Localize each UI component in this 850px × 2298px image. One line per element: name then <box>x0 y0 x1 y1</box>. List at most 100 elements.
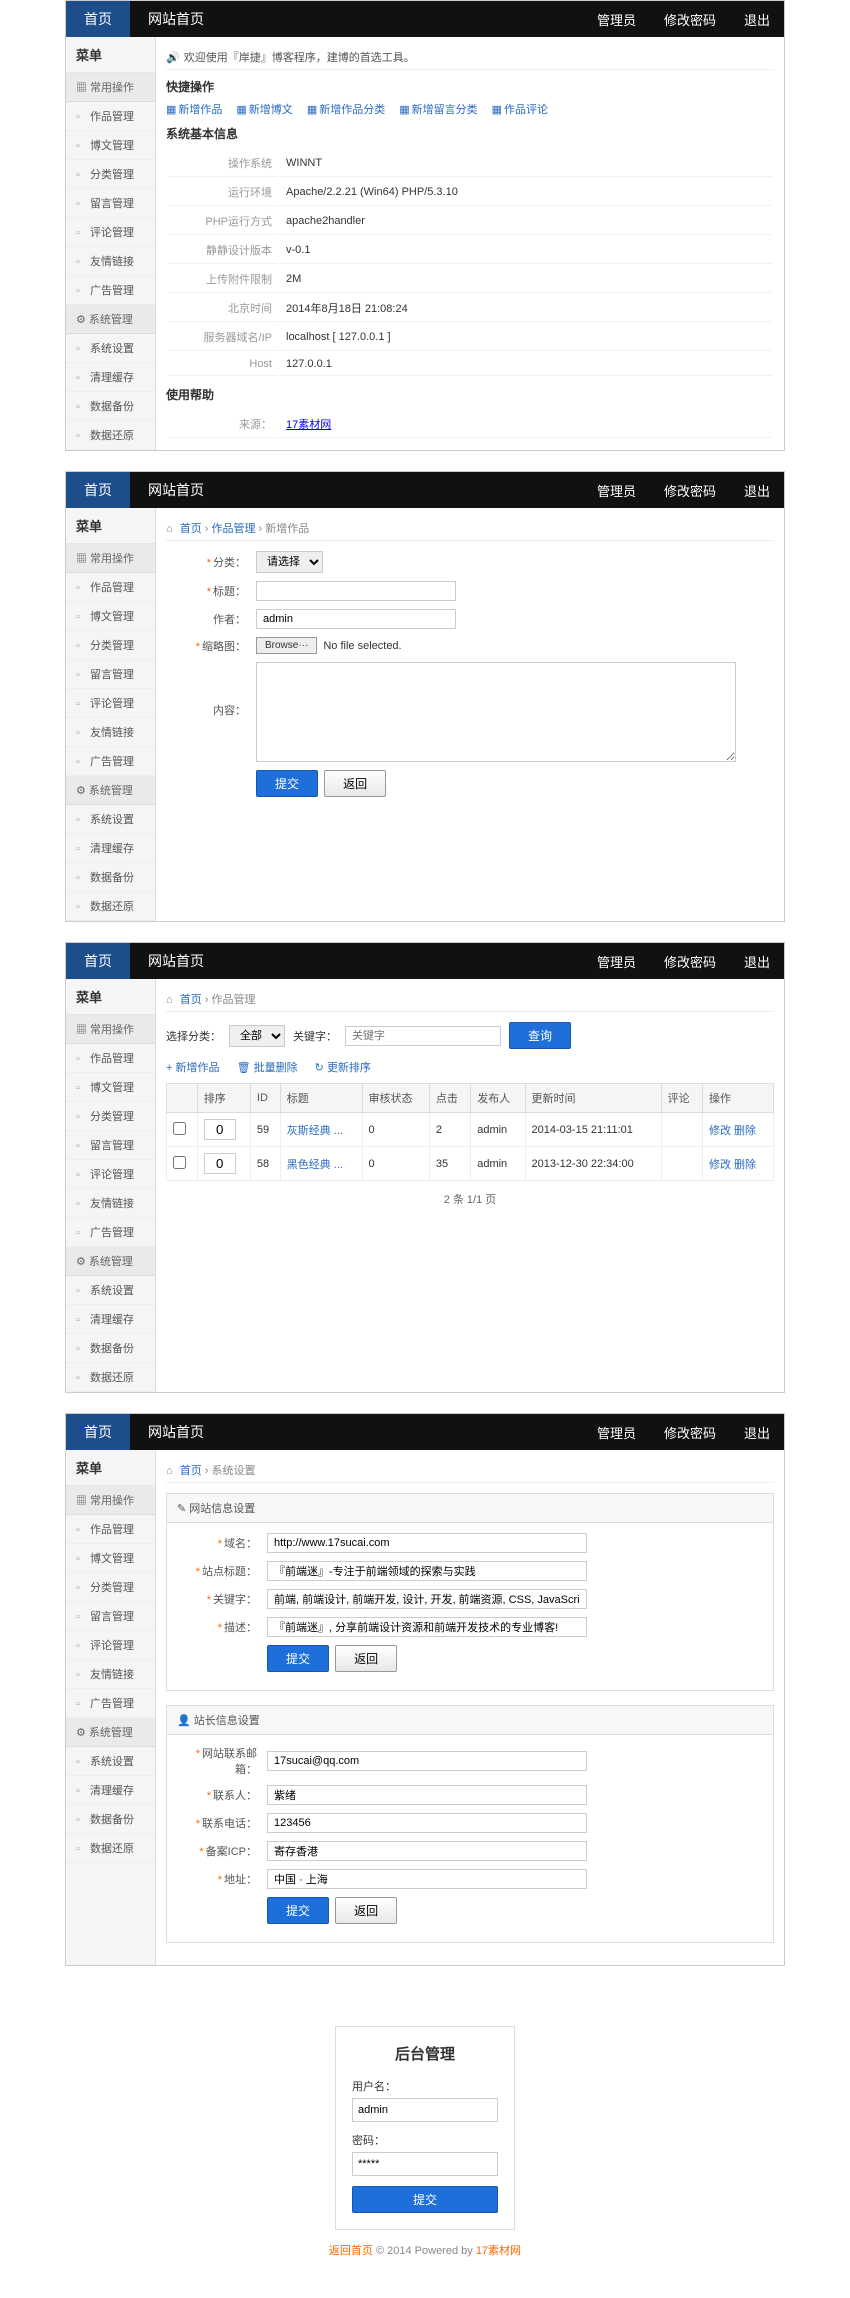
setting-input[interactable] <box>267 1813 587 1833</box>
setting-input[interactable] <box>267 1785 587 1805</box>
sidebar-item[interactable]: ▫博文管理 <box>66 602 155 631</box>
back-button[interactable]: 返回 <box>335 1897 397 1924</box>
setting-input[interactable] <box>267 1617 587 1637</box>
author-input[interactable] <box>256 609 456 629</box>
sidebar-item[interactable]: ▫作品管理 <box>66 102 155 131</box>
quick-link[interactable]: ▦作品评论 <box>492 104 548 116</box>
nav-site-home[interactable]: 网站首页 <box>130 9 222 29</box>
edit-link[interactable]: 修改 <box>709 1159 731 1171</box>
setting-input[interactable] <box>267 1841 587 1861</box>
sidebar-item[interactable]: ▫广告管理 <box>66 1689 155 1718</box>
tool-delete[interactable]: 🗑 批量删除 <box>237 1062 298 1074</box>
nav-admin[interactable]: 管理员 <box>583 952 650 971</box>
row-checkbox[interactable] <box>173 1122 186 1135</box>
sidebar-item[interactable]: ▫清理缓存 <box>66 1305 155 1334</box>
sidebar-item[interactable]: ▫留言管理 <box>66 660 155 689</box>
sort-input[interactable] <box>204 1153 236 1174</box>
row-checkbox[interactable] <box>173 1156 186 1169</box>
nav-change-password[interactable]: 修改密码 <box>650 1423 730 1442</box>
nav-admin[interactable]: 管理员 <box>583 1423 650 1442</box>
delete-link[interactable]: 删除 <box>734 1125 756 1137</box>
filter-kw-input[interactable] <box>345 1026 501 1046</box>
sidebar-item[interactable]: ▫作品管理 <box>66 1515 155 1544</box>
edit-link[interactable]: 修改 <box>709 1125 731 1137</box>
sidebar-item[interactable]: ▫系统设置 <box>66 1276 155 1305</box>
nav-home[interactable]: 首页 <box>66 943 130 979</box>
sidebar-item[interactable]: ▫作品管理 <box>66 1044 155 1073</box>
cell-title-link[interactable]: 黑色经典 ... <box>287 1159 343 1171</box>
sidebar-item[interactable]: ▫广告管理 <box>66 747 155 776</box>
sidebar-item[interactable]: ▫评论管理 <box>66 218 155 247</box>
sidebar-item[interactable]: ▫广告管理 <box>66 276 155 305</box>
sidebar-item[interactable]: ▫系统设置 <box>66 805 155 834</box>
username-input[interactable] <box>352 2098 498 2122</box>
filter-cat-select[interactable]: 全部 <box>229 1025 285 1047</box>
cell-title-link[interactable]: 灰斯经典 ... <box>287 1125 343 1137</box>
sidebar-item[interactable]: ▫清理缓存 <box>66 363 155 392</box>
nav-logout[interactable]: 退出 <box>730 10 784 29</box>
sidebar-item[interactable]: ▫系统设置 <box>66 334 155 363</box>
sidebar-item[interactable]: ▫分类管理 <box>66 160 155 189</box>
nav-site-home[interactable]: 网站首页 <box>130 951 222 971</box>
login-submit-button[interactable]: 提交 <box>352 2186 498 2213</box>
title-input[interactable] <box>256 581 456 601</box>
delete-link[interactable]: 删除 <box>734 1159 756 1171</box>
sidebar-item[interactable]: ▫友情链接 <box>66 1189 155 1218</box>
sidebar-item[interactable]: ▫博文管理 <box>66 1073 155 1102</box>
sidebar-item[interactable]: ▫分类管理 <box>66 631 155 660</box>
sidebar-item[interactable]: ▫数据还原 <box>66 892 155 921</box>
sidebar-item[interactable]: ▫数据还原 <box>66 1363 155 1392</box>
nav-home[interactable]: 首页 <box>66 472 130 508</box>
sidebar-item[interactable]: ▫博文管理 <box>66 131 155 160</box>
submit-button[interactable]: 提交 <box>256 770 318 797</box>
setting-input[interactable] <box>267 1751 587 1771</box>
nav-change-password[interactable]: 修改密码 <box>650 10 730 29</box>
nav-admin[interactable]: 管理员 <box>583 10 650 29</box>
tool-sort[interactable]: ↻ 更新排序 <box>315 1062 371 1074</box>
sidebar-item[interactable]: ▫分类管理 <box>66 1102 155 1131</box>
browse-button[interactable]: Browse··· <box>256 637 317 654</box>
setting-input[interactable] <box>267 1533 587 1553</box>
sidebar-item[interactable]: ▫留言管理 <box>66 1602 155 1631</box>
sidebar-item[interactable]: ▫广告管理 <box>66 1218 155 1247</box>
nav-admin[interactable]: 管理员 <box>583 481 650 500</box>
nav-change-password[interactable]: 修改密码 <box>650 481 730 500</box>
sidebar-item[interactable]: ▫数据备份 <box>66 1334 155 1363</box>
submit-button[interactable]: 提交 <box>267 1645 329 1672</box>
sidebar-item[interactable]: ▫清理缓存 <box>66 834 155 863</box>
back-button[interactable]: 返回 <box>335 1645 397 1672</box>
sidebar-item[interactable]: ▫留言管理 <box>66 1131 155 1160</box>
sidebar-item[interactable]: ▫评论管理 <box>66 689 155 718</box>
nav-change-password[interactable]: 修改密码 <box>650 952 730 971</box>
setting-input[interactable] <box>267 1561 587 1581</box>
quick-link[interactable]: ▦新增作品 <box>166 104 222 116</box>
sidebar-item[interactable]: ▫友情链接 <box>66 718 155 747</box>
crumb-home[interactable]: 首页 <box>180 1465 202 1477</box>
nav-site-home[interactable]: 网站首页 <box>130 480 222 500</box>
sidebar-item[interactable]: ▫数据备份 <box>66 863 155 892</box>
sidebar-item[interactable]: ▫留言管理 <box>66 189 155 218</box>
sidebar-item[interactable]: ▫数据还原 <box>66 421 155 450</box>
sidebar-item[interactable]: ▫数据备份 <box>66 1805 155 1834</box>
password-input[interactable] <box>352 2152 498 2176</box>
sidebar-item[interactable]: ▫友情链接 <box>66 1660 155 1689</box>
setting-input[interactable] <box>267 1589 587 1609</box>
sidebar-item[interactable]: ▫友情链接 <box>66 247 155 276</box>
back-button[interactable]: 返回 <box>324 770 386 797</box>
crumb-home[interactable]: 首页 <box>180 994 202 1006</box>
quick-link[interactable]: ▦新增博文 <box>236 104 292 116</box>
sidebar-item[interactable]: ▫评论管理 <box>66 1631 155 1660</box>
setting-input[interactable] <box>267 1869 587 1889</box>
sidebar-item[interactable]: ▫博文管理 <box>66 1544 155 1573</box>
sidebar-item[interactable]: ▫数据还原 <box>66 1834 155 1863</box>
sidebar-item[interactable]: ▫系统设置 <box>66 1747 155 1776</box>
nav-site-home[interactable]: 网站首页 <box>130 1422 222 1442</box>
search-button[interactable]: 查询 <box>509 1022 571 1049</box>
sidebar-item[interactable]: ▫分类管理 <box>66 1573 155 1602</box>
submit-button[interactable]: 提交 <box>267 1897 329 1924</box>
help-link[interactable]: 17素材网 <box>286 419 331 431</box>
category-select[interactable]: 请选择 <box>256 551 323 573</box>
sidebar-item[interactable]: ▫数据备份 <box>66 392 155 421</box>
sort-input[interactable] <box>204 1119 236 1140</box>
powered-by-link[interactable]: 17素材网 <box>476 2245 521 2257</box>
